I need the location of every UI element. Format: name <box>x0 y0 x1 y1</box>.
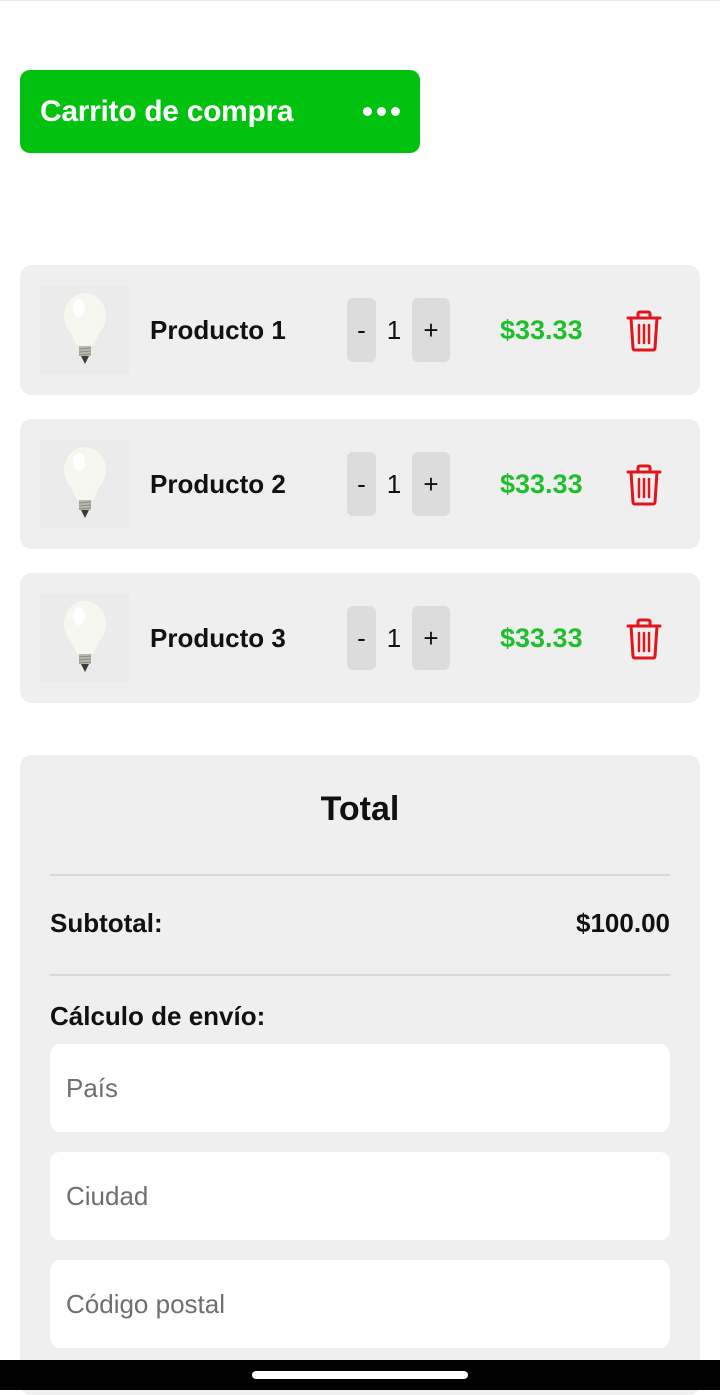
light-bulb-icon <box>64 601 106 672</box>
shipping-label: Cálculo de envío: <box>50 1001 266 1031</box>
cart-item: Producto 1 - 1 + $33.33 <box>20 265 700 395</box>
decrement-button[interactable]: - <box>347 606 376 670</box>
more-options-button[interactable] <box>355 99 400 124</box>
country-field[interactable] <box>50 1044 670 1132</box>
page-title: Carrito de compra <box>40 94 294 128</box>
light-bulb-icon <box>64 293 106 364</box>
divider <box>50 974 670 976</box>
trash-icon[interactable] <box>624 309 664 353</box>
cart-list: Producto 1 - 1 + $33.33 Producto 2 - 1 +… <box>20 265 700 727</box>
increment-button[interactable]: + <box>412 606 450 670</box>
status-divider <box>0 0 720 1</box>
more-horizontal-icon <box>363 107 372 116</box>
app-header: Carrito de compra <box>20 70 420 153</box>
city-field[interactable] <box>50 1152 670 1240</box>
quantity-value: 1 <box>386 314 402 345</box>
product-price: $33.33 <box>500 469 583 499</box>
decrement-button[interactable]: - <box>347 452 376 516</box>
system-navigation-bar <box>0 1360 720 1390</box>
postal-code-field[interactable] <box>50 1260 670 1348</box>
summary-title: Total <box>320 790 400 828</box>
quantity-stepper: - 1 + <box>347 298 450 362</box>
quantity-value: 1 <box>386 468 402 499</box>
increment-button[interactable]: + <box>412 298 450 362</box>
quantity-stepper: - 1 + <box>347 452 450 516</box>
subtotal-label: Subtotal: <box>50 908 163 938</box>
product-image <box>40 594 130 682</box>
product-name: Producto 2 <box>150 469 286 499</box>
increment-button[interactable]: + <box>412 452 450 516</box>
divider <box>50 874 670 876</box>
light-bulb-icon <box>64 447 106 518</box>
cart-item: Producto 3 - 1 + $33.33 <box>20 573 700 703</box>
subtotal-value: $100.00 <box>576 908 670 938</box>
product-image <box>40 286 130 374</box>
trash-icon[interactable] <box>624 463 664 507</box>
quantity-value: 1 <box>386 622 402 653</box>
product-price: $33.33 <box>500 315 583 345</box>
order-summary: Total Subtotal: $100.00 Cálculo de envío… <box>20 755 700 1395</box>
product-price: $33.33 <box>500 623 583 653</box>
product-image <box>40 440 130 528</box>
home-gesture-handle[interactable] <box>252 1371 468 1379</box>
product-name: Producto 1 <box>150 315 286 345</box>
product-name: Producto 3 <box>150 623 286 653</box>
trash-icon[interactable] <box>624 617 664 661</box>
quantity-stepper: - 1 + <box>347 606 450 670</box>
decrement-button[interactable]: - <box>347 298 376 362</box>
subtotal-row: Subtotal: $100.00 <box>50 908 670 939</box>
cart-item: Producto 2 - 1 + $33.33 <box>20 419 700 549</box>
